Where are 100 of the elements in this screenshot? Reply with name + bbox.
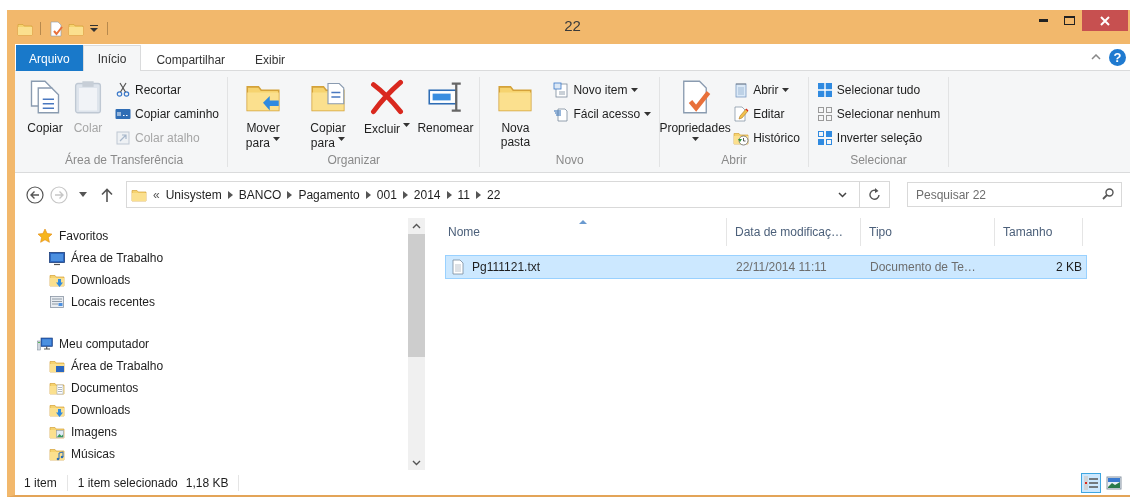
ribbon-button[interactable]: Editar (733, 103, 800, 125)
column-header[interactable]: Tipo (861, 218, 995, 246)
ribbon-button[interactable]: Renomear (415, 77, 476, 135)
forward-icon (50, 185, 68, 204)
ribbon-button[interactable]: Selecionar nenhum (816, 103, 941, 125)
chevron-icon (402, 190, 408, 199)
selection-count: 1 item selecionado (77, 476, 178, 490)
view-button[interactable] (1104, 473, 1124, 493)
invert-selection-icon (816, 130, 833, 146)
ribbon-button[interactable]: Abrir (733, 79, 800, 101)
help-button[interactable]: ? (1109, 48, 1126, 66)
group-label: Organizar (326, 152, 382, 167)
ribbon-button[interactable]: Excluir (362, 77, 413, 136)
item-count: 1 item (24, 476, 57, 490)
ribbon-tab[interactable]: Exibir (240, 47, 301, 71)
search-icon (1102, 188, 1114, 200)
select-all-icon (816, 82, 833, 98)
nav-item[interactable]: Favoritos (37, 225, 113, 247)
ribbon-button[interactable]: Nova pasta (484, 77, 547, 149)
ribbon-button[interactable]: Novo item (553, 79, 652, 101)
ribbon-button[interactable]: Recortar (115, 79, 220, 101)
desktop-icon (49, 250, 65, 266)
chevron-icon (287, 190, 293, 199)
nav-item[interactable]: Imagens (49, 421, 122, 443)
scrollbar-thumb[interactable] (408, 234, 425, 357)
chevron-icon (227, 190, 233, 199)
group-label: Selecionar (849, 152, 908, 167)
group-label: Novo (554, 152, 585, 167)
ribbon-button[interactable]: Selecionar tudo (816, 79, 941, 101)
address-bar[interactable]: « Unisystem BANCO Pagamento 001 2014 11 22 (126, 181, 890, 208)
breadcrumb-segment[interactable]: 001 (376, 183, 397, 206)
nav-item[interactable]: Área de Trabalho (49, 247, 168, 269)
table-cell-text: Documento de Te… (869, 260, 977, 274)
column-header[interactable]: Nome (440, 218, 727, 246)
ribbon-button[interactable]: Fácil acesso (553, 103, 652, 125)
ribbon-button[interactable]: Copiar caminho (115, 103, 220, 125)
breadcrumb-segment[interactable]: 22 (487, 183, 501, 206)
nav-item[interactable]: Downloads (49, 399, 135, 421)
documents-folder-icon (49, 380, 65, 396)
chevron-down-icon (837, 191, 847, 198)
recent-places-icon (49, 294, 65, 310)
view-button[interactable] (1081, 473, 1101, 493)
notepad-icon (733, 82, 750, 98)
ribbon-tab[interactable]: Início (82, 45, 142, 71)
window-title: 22 (564, 16, 581, 34)
nav-item[interactable]: Músicas (49, 443, 119, 465)
ribbon-button[interactable]: Inverter seleção (816, 127, 941, 149)
path-icon (115, 106, 131, 122)
downloads-folder-icon (49, 402, 65, 418)
close-button[interactable] (1082, 10, 1128, 31)
sort-arrow-icon (579, 220, 587, 224)
breadcrumb-segment[interactable]: 11 (457, 183, 470, 206)
minimize-icon (1038, 19, 1048, 22)
quick-access-button[interactable] (48, 18, 64, 39)
breadcrumb-segment[interactable]: BANCO (238, 183, 282, 206)
ribbon-button[interactable]: Histórico (733, 127, 800, 149)
file-name: Pg111121.txt (472, 260, 541, 274)
chevron-down-icon (412, 459, 421, 466)
ribbon-button[interactable]: Copiar (25, 77, 65, 135)
search-field[interactable]: Pesquisar 22 (907, 182, 1122, 207)
shortcut-icon (115, 130, 131, 146)
back-icon (26, 185, 44, 204)
images-folder-icon (49, 424, 65, 440)
breadcrumb-segment[interactable]: Unisystem (165, 183, 222, 206)
caret-icon (79, 192, 87, 197)
text-file-icon (450, 259, 466, 275)
scissors-icon (115, 82, 131, 98)
nav-item[interactable]: Locais recentes (49, 291, 160, 313)
breadcrumb-segment[interactable]: 2014 (413, 183, 441, 206)
large-icons-view-icon (1106, 475, 1122, 491)
new-item-icon (553, 82, 570, 98)
overflow-button[interactable]: « (153, 183, 160, 206)
nav-item[interactable]: Área de Trabalho (49, 355, 168, 377)
group-label: Abrir (720, 152, 748, 167)
history-icon (733, 130, 750, 146)
ribbon-button[interactable]: Copiar para (297, 77, 360, 150)
easy-access-icon (553, 106, 570, 122)
downloads-folder-icon (49, 272, 65, 288)
scrollbar[interactable] (408, 218, 425, 470)
breadcrumb-segment[interactable]: Pagamento (298, 183, 360, 206)
file-row[interactable]: Pg111121.txt 22/11/2014 11:11 Documento de Te… 2 KB (445, 255, 1087, 279)
nav-item[interactable]: Documentos (49, 377, 143, 399)
chevron-up-icon (412, 222, 421, 229)
nav-item[interactable]: Downloads (49, 269, 135, 291)
delete-icon (369, 79, 406, 115)
ribbon-button[interactable]: Mover para (232, 77, 295, 150)
selection-size: 1,18 KB (185, 476, 229, 490)
ribbon-tab[interactable]: Compartilhar (141, 47, 241, 71)
chevron-icon (476, 190, 481, 199)
ribbon-tab[interactable]: Arquivo (16, 45, 83, 71)
column-header[interactable]: Tamanho (995, 218, 1083, 246)
chevron-up-icon[interactable] (1091, 54, 1101, 60)
star-icon (37, 228, 53, 244)
edit-icon (733, 106, 750, 122)
details-view-icon (1083, 475, 1099, 491)
group-label: Área de Transferência (64, 151, 185, 167)
chevron-icon (446, 190, 452, 199)
nav-item[interactable]: Meu computador (37, 333, 154, 355)
rename-icon (427, 79, 464, 115)
column-header[interactable]: Data de modificaç… (727, 218, 861, 246)
